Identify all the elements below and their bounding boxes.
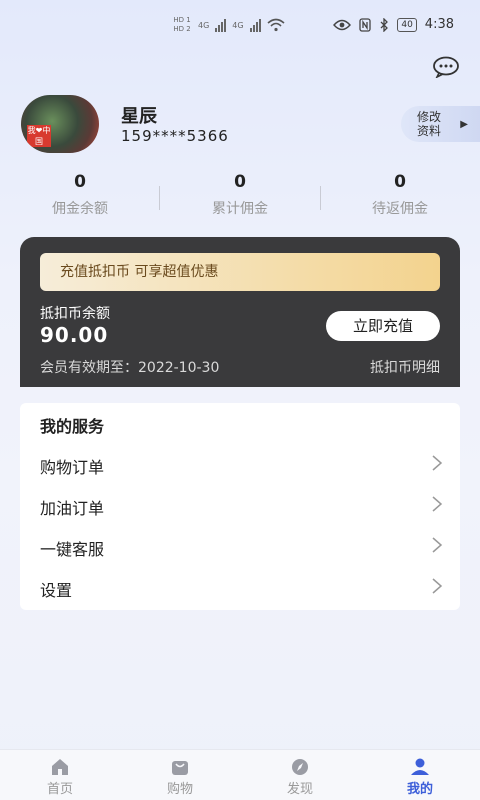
nfc-icon	[359, 17, 371, 32]
services-card: 我的服务 购物订单 加油订单 一键客服 设置	[20, 403, 460, 610]
recharge-button[interactable]: 立即充值	[326, 311, 440, 341]
coin-card: 充值抵扣币 可享超值优惠 抵扣币余额 90.00 立即充值 会员有效期至：202…	[20, 237, 460, 387]
user-icon	[411, 758, 429, 775]
tab-label: 首页	[46, 782, 73, 797]
user-phone: 159****5366	[121, 127, 229, 145]
sim2-label: HD 2	[173, 25, 191, 33]
stat-value: 0	[234, 172, 246, 192]
service-item-settings[interactable]: 设置	[20, 567, 460, 607]
stat-commission-balance[interactable]: 0 佣金余额	[0, 172, 160, 218]
tab-discover[interactable]: 发现	[240, 750, 360, 800]
signal-icon	[215, 18, 227, 32]
status-left: HD 1 HD 2 4G 4G	[172, 16, 285, 34]
commission-stats: 0 佣金余额 0 累计佣金 0 待返佣金	[0, 172, 480, 226]
signal-icon-2	[249, 18, 261, 32]
tab-shopping[interactable]: 购物	[120, 750, 240, 800]
chevron-right-icon	[432, 537, 443, 553]
avatar-badge: 我❤中国	[27, 125, 51, 147]
status-bar: HD 1 HD 2 4G 4G 40 4:38	[0, 0, 480, 56]
stat-label: 累计佣金	[212, 201, 268, 217]
service-item-label: 加油订单	[40, 499, 105, 518]
service-item-label: 一键客服	[40, 540, 105, 559]
edit-profile-label-1: 修改	[417, 110, 442, 124]
compass-icon	[292, 759, 308, 775]
battery-icon: 40	[397, 17, 417, 32]
coin-detail-link[interactable]: 抵扣币明细	[370, 357, 440, 377]
eye-icon	[333, 19, 352, 30]
service-item-shopping-orders[interactable]: 购物订单	[20, 444, 460, 484]
sim1-label: HD 1	[173, 16, 191, 24]
stat-value: 0	[74, 172, 86, 192]
play-arrow-icon: ▶	[460, 119, 468, 130]
stat-divider	[159, 186, 160, 210]
chevron-right-icon	[432, 578, 443, 594]
network-label-1: 4G	[198, 20, 210, 30]
stat-total-commission[interactable]: 0 累计佣金	[160, 172, 320, 218]
chevron-right-icon	[432, 496, 443, 512]
edit-profile-label-2: 资料	[417, 124, 442, 138]
stat-value: 0	[394, 172, 406, 192]
home-icon	[52, 759, 68, 775]
network-label-2: 4G	[232, 20, 244, 30]
stat-label: 佣金余额	[52, 201, 108, 217]
service-item-label: 购物订单	[40, 458, 105, 477]
shopping-bag-icon	[172, 761, 188, 775]
service-item-customer-service[interactable]: 一键客服	[20, 526, 460, 566]
stat-pending-commission[interactable]: 0 待返佣金	[320, 172, 480, 218]
sim-indicators: HD 1 HD 2	[172, 16, 192, 34]
membership-expiry: 会员有效期至：2022-10-30	[40, 360, 220, 376]
service-item-fuel-orders[interactable]: 加油订单	[20, 485, 460, 525]
wifi-icon	[267, 18, 285, 32]
tab-label: 发现	[286, 782, 313, 797]
edit-profile-button[interactable]: 修改 资料 ▶	[401, 106, 480, 142]
tab-mine[interactable]: 我的	[360, 750, 480, 800]
coin-balance-value: 90.00	[40, 323, 109, 347]
chevron-right-icon	[432, 455, 443, 471]
recharge-promo-banner[interactable]: 充值抵扣币 可享超值优惠	[40, 253, 440, 291]
clock: 4:38	[424, 17, 454, 32]
services-title: 我的服务	[40, 417, 105, 436]
bottom-tab-bar: 首页 购物 发现 我的	[0, 749, 480, 800]
stat-label: 待返佣金	[372, 201, 428, 217]
tab-label: 我的	[406, 782, 433, 797]
service-item-label: 设置	[40, 581, 73, 600]
avatar[interactable]: 我❤中国	[21, 95, 99, 153]
status-right: 40 4:38	[333, 17, 454, 32]
user-name: 星辰	[121, 106, 157, 127]
tab-home[interactable]: 首页	[0, 750, 120, 800]
bluetooth-icon	[380, 17, 389, 32]
chat-bubble-icon[interactable]	[432, 56, 460, 78]
stat-divider	[320, 186, 321, 210]
coin-balance-label: 抵扣币余额	[40, 306, 110, 322]
tab-label: 购物	[166, 782, 193, 797]
